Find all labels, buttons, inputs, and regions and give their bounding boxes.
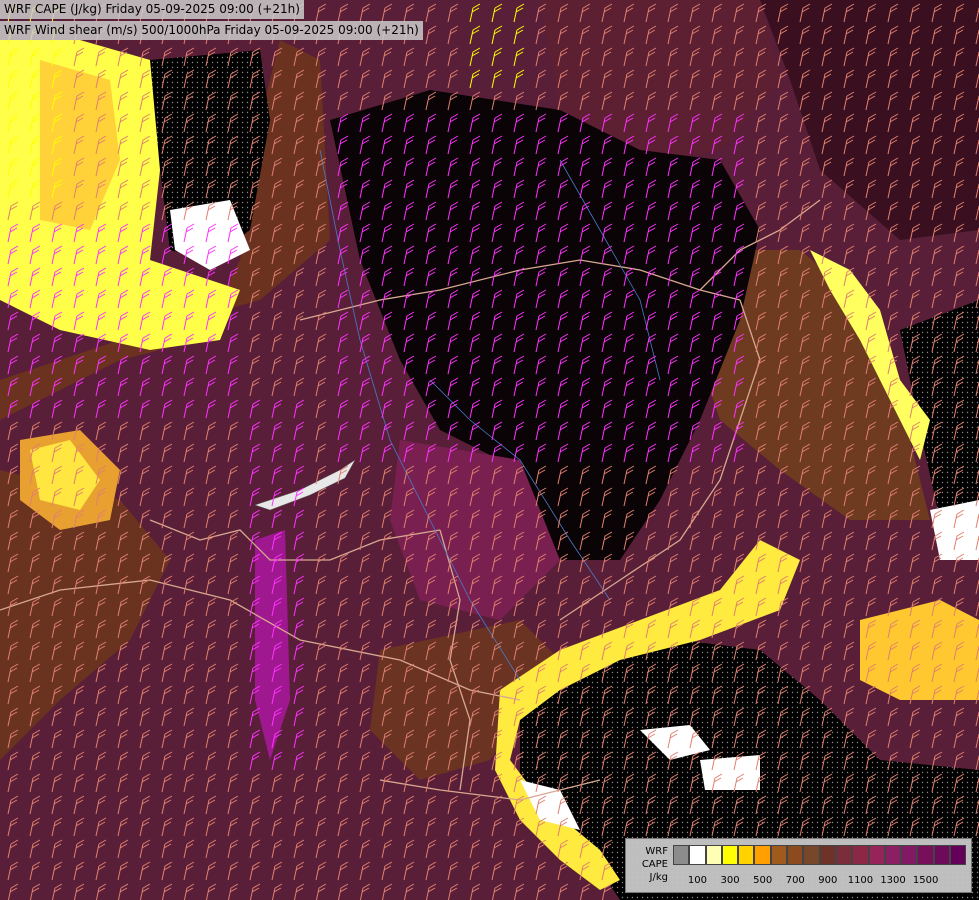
cape-title: WRF CAPE (J/kg) Friday 05-09-2025 09:00 … bbox=[0, 0, 304, 19]
legend-swatch bbox=[754, 845, 771, 865]
legend-swatch bbox=[868, 845, 885, 865]
white-patch-3 bbox=[700, 755, 760, 790]
legend-swatch bbox=[835, 845, 853, 865]
legend-swatch bbox=[673, 845, 690, 865]
legend-tick-label: 900 bbox=[818, 875, 838, 886]
legend-swatch bbox=[852, 845, 869, 865]
cape-map bbox=[0, 0, 979, 900]
legend-label-line: WRF bbox=[645, 846, 668, 857]
legend-swatch bbox=[738, 845, 755, 865]
legend-swatch bbox=[933, 845, 951, 865]
legend-swatch bbox=[901, 845, 918, 865]
legend-tick-label: 1100 bbox=[847, 875, 874, 886]
legend-tick-label: 700 bbox=[785, 875, 805, 886]
legend-label-line: CAPE bbox=[641, 859, 668, 870]
legend-tick-label: 1500 bbox=[912, 875, 939, 886]
legend-swatch bbox=[721, 845, 739, 865]
legend-swatch bbox=[950, 845, 967, 865]
legend-swatch bbox=[689, 845, 706, 865]
legend-swatch bbox=[884, 845, 902, 865]
legend-label: WRF CAPE J/kg bbox=[630, 845, 668, 884]
legend-swatches bbox=[673, 845, 967, 865]
legend-swatch bbox=[705, 845, 722, 865]
cape-legend: WRF CAPE J/kg 100 300 500 700 900 1100 1300 150… bbox=[625, 838, 972, 893]
legend-label-line: J/kg bbox=[649, 872, 668, 883]
legend-ticks: 100 300 500 700 900 1100 1300 1500 bbox=[673, 875, 963, 889]
legend-tick-label: 100 bbox=[687, 875, 707, 886]
legend-swatch bbox=[819, 845, 836, 865]
legend-swatch bbox=[917, 845, 934, 865]
legend-tick-label: 300 bbox=[720, 875, 740, 886]
wind-shear-title: WRF Wind shear (m/s) 500/1000hPa Friday … bbox=[0, 21, 423, 40]
legend-swatch bbox=[787, 845, 804, 865]
legend-tick-label: 500 bbox=[753, 875, 773, 886]
legend-tick-label: 1300 bbox=[880, 875, 906, 886]
legend-swatch bbox=[803, 845, 820, 865]
legend-swatch bbox=[770, 845, 788, 865]
